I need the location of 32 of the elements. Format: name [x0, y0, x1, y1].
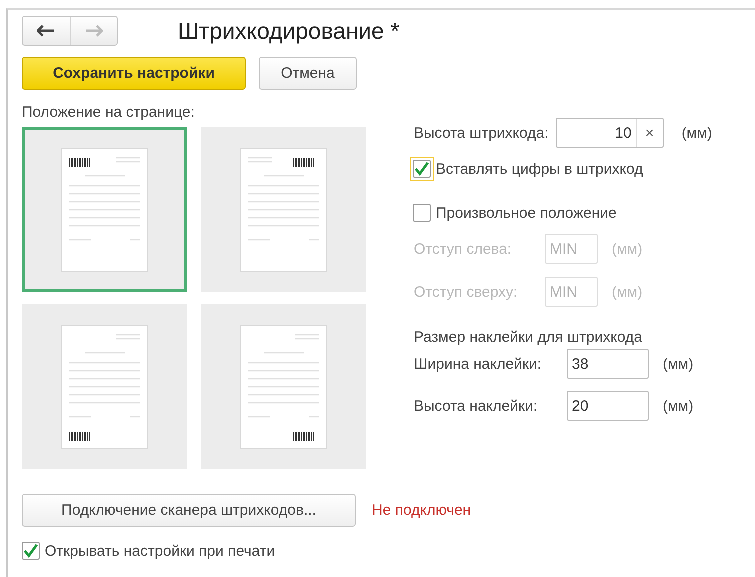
arrow-right-icon — [84, 25, 103, 37]
checkbox-label: Вставлять цифры в штрихкод — [436, 160, 644, 178]
save-button[interactable]: Сохранить настройки — [22, 57, 246, 90]
position-label: Положение на странице: — [22, 104, 196, 121]
position-option[interactable] — [22, 127, 187, 292]
field-label: Высота штрихкода: — [414, 124, 549, 142]
status-text: Не подключен — [372, 502, 472, 519]
arrow-left-icon — [37, 25, 56, 37]
unit-label: (мм) — [663, 398, 694, 414]
field-label: Отступ слева: — [414, 240, 513, 258]
checkbox-label: Открывать настройки при печати — [45, 542, 276, 560]
field-label: Отступ сверху: — [414, 284, 519, 300]
unit-label: (мм) — [612, 240, 643, 258]
check-icon — [23, 543, 39, 559]
input-field[interactable]: 38 — [567, 349, 649, 379]
checkbox[interactable] — [410, 201, 434, 225]
field-label: Высота наклейки: — [414, 398, 539, 414]
input-field[interactable]: 20 — [567, 391, 649, 421]
cancel-button[interactable]: Отмена — [259, 57, 357, 90]
check-icon — [414, 161, 430, 177]
checkbox-label: Произвольное положение — [436, 204, 617, 222]
unit-label: (мм) — [612, 284, 643, 300]
connect-scanner-button[interactable]: Подключение сканера штрихкодов... — [22, 494, 356, 527]
checkbox[interactable] — [19, 539, 43, 563]
section-heading: Размер наклейки для штрихкода — [414, 329, 644, 346]
clear-button[interactable]: × — [636, 119, 663, 147]
field-label: Ширина наклейки: — [414, 356, 543, 372]
checkbox[interactable] — [410, 157, 434, 181]
unit-label: (мм) — [663, 356, 694, 372]
input-field[interactable]: 10 × — [556, 118, 664, 148]
window-title: Штрихкодирование * — [178, 18, 400, 44]
unit-label: (мм) — [682, 124, 712, 142]
